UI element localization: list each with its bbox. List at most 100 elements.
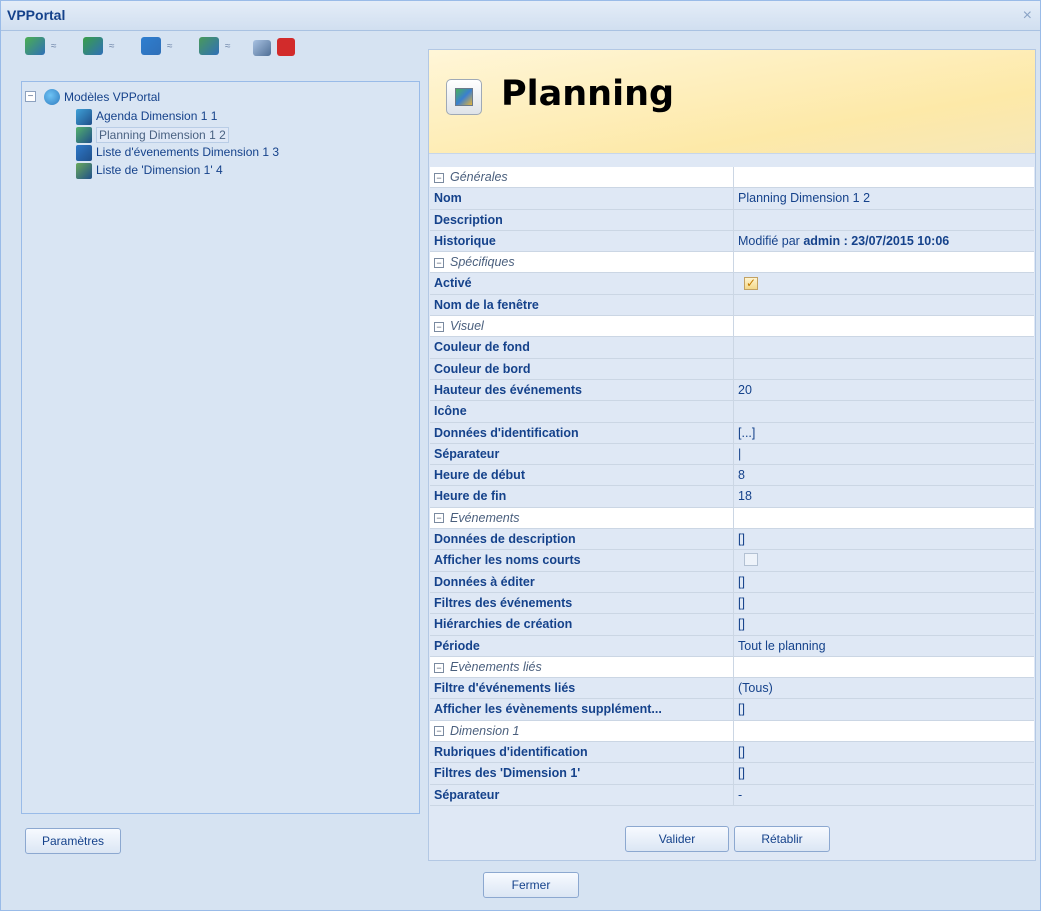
delete-icon[interactable] — [277, 38, 295, 56]
collapse-icon[interactable]: − — [434, 513, 444, 524]
checkbox-unchecked-icon[interactable] — [744, 553, 758, 567]
section-header[interactable]: − Evènements liés — [430, 656, 1034, 679]
property-value[interactable] — [734, 294, 1034, 316]
dropdown-arrow-icon[interactable]: ≈ — [51, 41, 57, 52]
property-value[interactable]: Tout le planning — [734, 635, 1034, 656]
property-row[interactable]: Afficher les noms courts — [430, 550, 1034, 572]
property-row[interactable]: Nom de la fenêtre — [430, 294, 1034, 317]
property-row[interactable]: Filtre d'événements liés (Tous) — [430, 678, 1034, 700]
section-header[interactable]: − Spécifiques — [430, 252, 1034, 274]
property-value[interactable]: [] — [734, 592, 1034, 614]
property-value[interactable] — [734, 401, 1034, 422]
dropdown-arrow-icon[interactable]: ≈ — [167, 41, 173, 52]
property-key: Afficher les évènements supplément... — [430, 699, 734, 720]
property-row[interactable]: Nom Planning Dimension 1 2 — [430, 188, 1034, 210]
property-key: Filtres des événements — [430, 592, 734, 614]
property-value[interactable]: 20 — [734, 379, 1034, 401]
property-key: Icône — [430, 401, 734, 422]
property-row[interactable]: Heure de fin 18 — [430, 486, 1034, 508]
section-title: Evènements liés — [450, 659, 542, 674]
checkbox-checked-icon[interactable]: ✓ — [744, 277, 758, 291]
toolbar-button-4[interactable]: ≈ — [199, 37, 231, 61]
dropdown-arrow-icon[interactable]: ≈ — [225, 41, 231, 52]
toolbar-button-3[interactable]: ≈ — [141, 37, 173, 61]
retablir-button[interactable]: Rétablir — [734, 826, 830, 852]
tree-item[interactable]: Liste d'évenements Dimension 1 3 — [22, 144, 402, 162]
property-row[interactable]: Activé ✓ — [430, 273, 1034, 295]
collapse-icon[interactable]: − — [434, 257, 444, 268]
section-header[interactable]: − Dimension 1 — [430, 720, 1034, 743]
property-row[interactable]: Données d'identification [...] — [430, 422, 1034, 444]
property-value[interactable]: - — [734, 784, 1034, 805]
property-row[interactable]: Heure de début 8 — [430, 465, 1034, 487]
move-icon[interactable] — [253, 40, 271, 56]
valider-button[interactable]: Valider — [625, 826, 729, 852]
collapse-icon[interactable]: − — [434, 321, 444, 332]
property-row[interactable]: Hauteur des événements 20 — [430, 379, 1034, 402]
property-value[interactable]: [...] — [734, 422, 1034, 443]
history-author-date: admin : 23/07/2015 10:06 — [803, 233, 950, 248]
close-icon[interactable]: × — [1023, 7, 1032, 25]
property-value[interactable] — [734, 550, 1034, 571]
property-row[interactable]: Hiérarchies de création[] — [430, 614, 1034, 636]
toolbar-button-1[interactable]: ≈ — [25, 37, 57, 61]
window-title: VPPortal — [7, 7, 66, 23]
property-row[interactable]: Filtres des événements[] — [430, 592, 1034, 615]
property-row[interactable]: Données de description[] — [430, 529, 1034, 551]
property-row[interactable]: Afficher les évènements supplément...[] — [430, 699, 1034, 721]
section-header[interactable]: − Evénements — [430, 507, 1034, 530]
tree-item[interactable]: Agenda Dimension 1 1 — [22, 108, 402, 126]
collapse-icon[interactable]: − — [25, 91, 36, 102]
property-value[interactable]: [] — [734, 699, 1034, 720]
property-key: Activé — [430, 273, 734, 294]
property-value[interactable] — [734, 358, 1034, 379]
property-row[interactable]: Couleur de fond — [430, 337, 1034, 359]
property-row[interactable]: Couleur de bord — [430, 358, 1034, 380]
property-value[interactable]: Planning Dimension 1 2 — [734, 188, 1034, 209]
property-row[interactable]: Historique Modifié par admin : 23/07/2015… — [430, 230, 1034, 253]
property-value[interactable]: (Tous) — [734, 678, 1034, 699]
property-value[interactable] — [734, 337, 1034, 358]
property-value[interactable]: 18 — [734, 486, 1034, 507]
collapse-icon[interactable]: − — [434, 662, 444, 673]
property-value[interactable]: Modifié par admin : 23/07/2015 10:06 — [734, 230, 1034, 252]
property-value[interactable]: | — [734, 443, 1034, 465]
property-row[interactable]: Rubriques d'identification[] — [430, 742, 1034, 764]
parametres-button[interactable]: Paramètres — [25, 828, 121, 854]
collapse-icon[interactable]: − — [434, 172, 444, 183]
property-key: Description — [430, 209, 734, 230]
tree-item[interactable]: Planning Dimension 1 2 — [22, 126, 402, 144]
planning-icon — [76, 127, 92, 143]
property-key: Nom de la fenêtre — [430, 294, 734, 316]
property-row[interactable]: Période Tout le planning — [430, 635, 1034, 657]
property-value[interactable]: [] — [734, 529, 1034, 550]
property-grid: − Générales Nom Planning Dimension 1 2 Descr… — [430, 167, 1034, 806]
property-key: Séparateur — [430, 443, 734, 465]
property-value[interactable]: 8 — [734, 465, 1034, 486]
dropdown-arrow-icon[interactable]: ≈ — [109, 41, 115, 52]
section-header[interactable]: − Visuel — [430, 316, 1034, 338]
property-value[interactable]: [] — [734, 742, 1034, 763]
property-row[interactable]: Icône — [430, 401, 1034, 423]
tree-root-node[interactable]: − Modèles VPPortal — [22, 88, 402, 106]
section-header[interactable]: − Générales — [430, 167, 1034, 189]
collapse-icon[interactable]: − — [434, 726, 444, 737]
tree-item[interactable]: Liste de 'Dimension 1' 4 — [22, 162, 402, 180]
property-row[interactable]: Filtres des 'Dimension 1'[] — [430, 763, 1034, 785]
property-value[interactable] — [734, 209, 1034, 230]
property-row[interactable]: Description — [430, 209, 1034, 231]
property-row[interactable]: Séparateur | — [430, 443, 1034, 466]
property-row[interactable]: Données à éditer[] — [430, 571, 1034, 593]
planning-icon — [446, 79, 482, 115]
property-value[interactable]: [] — [734, 763, 1034, 784]
title-bar: VPPortal × — [1, 1, 1040, 31]
tree-item-label: Agenda Dimension 1 1 — [96, 109, 218, 123]
fermer-button[interactable]: Fermer — [483, 872, 579, 898]
toolbar-button-2[interactable]: ≈ — [83, 37, 115, 61]
property-row[interactable]: Séparateur - — [430, 784, 1034, 806]
property-value[interactable]: [] — [734, 571, 1034, 592]
property-key: Période — [430, 635, 734, 656]
section-title: Visuel — [450, 319, 484, 334]
property-value[interactable]: ✓ — [734, 273, 1034, 294]
property-value[interactable]: [] — [734, 614, 1034, 635]
